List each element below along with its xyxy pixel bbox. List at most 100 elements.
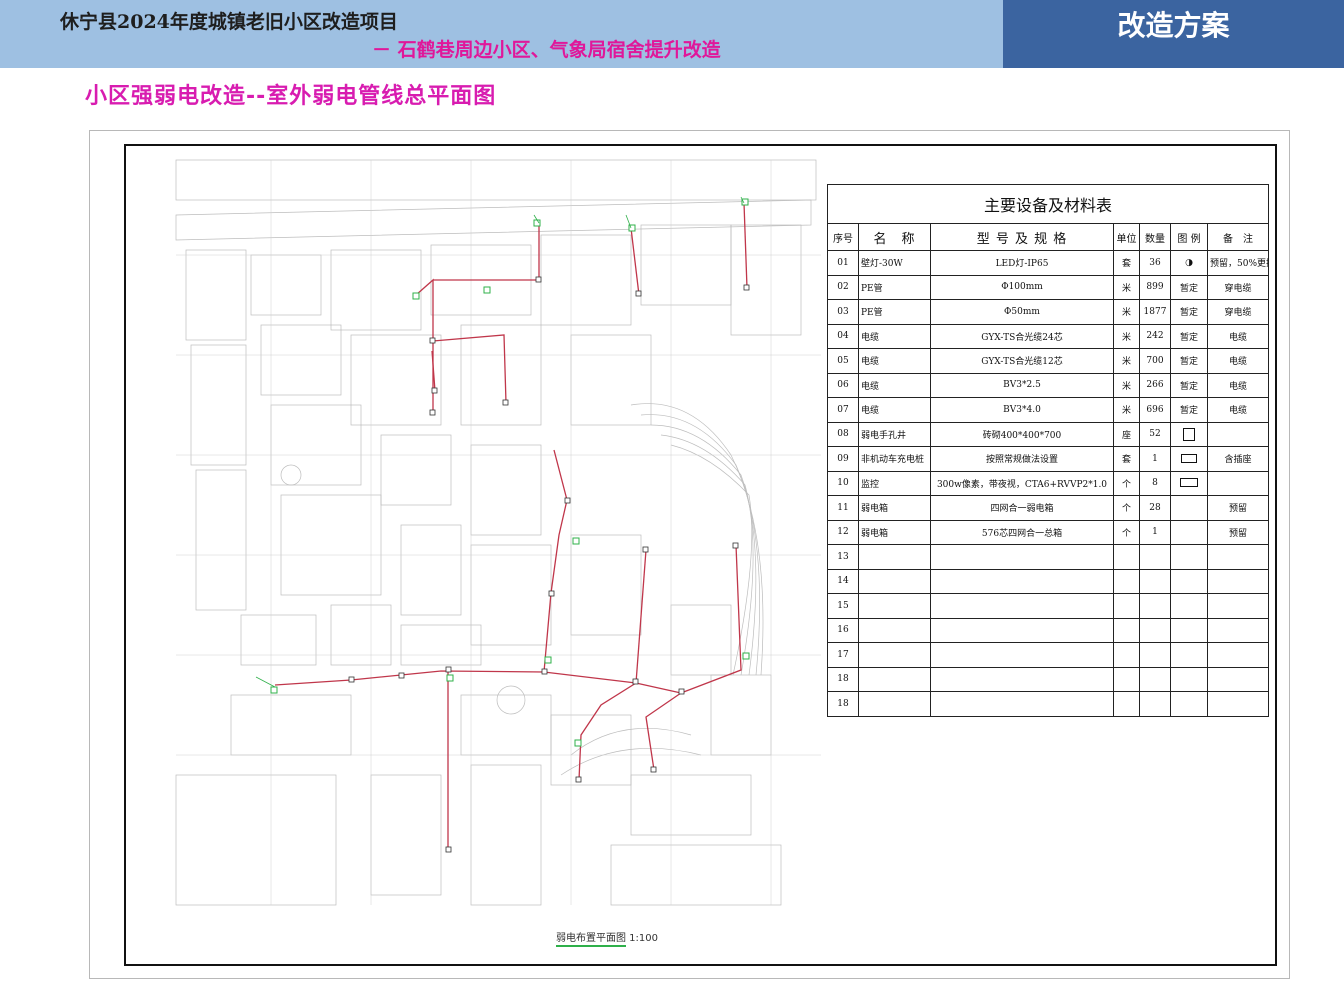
cell-name: PE管 — [858, 274, 931, 300]
col-header-note: 备 注 — [1206, 223, 1270, 251]
cell-unit: 米 — [1113, 372, 1140, 398]
cell-unit — [1113, 593, 1140, 619]
cell-qty: 266 — [1139, 372, 1171, 398]
cell-name: 非机动车充电桩 — [858, 446, 931, 472]
cell-qty: 28 — [1139, 495, 1171, 521]
cell-unit: 座 — [1113, 421, 1140, 447]
cell-no: 12 — [827, 519, 859, 545]
camera-symbol-icon — [1180, 478, 1198, 488]
cell-note: 穿电缆 — [1206, 274, 1270, 300]
cell-qty: 242 — [1139, 323, 1171, 349]
cell-note: 预留 — [1206, 495, 1270, 521]
charging-pile-symbol-icon — [1181, 453, 1197, 463]
cell-unit: 个 — [1113, 470, 1140, 496]
table-row: 07 电缆 BV3*4.0 米 696 暂定 电缆 — [827, 397, 1270, 423]
cell-name: PE管 — [858, 299, 931, 325]
cell-qty — [1139, 568, 1171, 594]
project-subtitle: － 石鹤巷周边小区、气象局宿舍提升改造 — [372, 39, 721, 61]
cell-symbol: 暂定 — [1170, 323, 1208, 349]
cell-qty — [1139, 666, 1171, 692]
table-row: 08 弱电手孔井 砖砌400*400*700 座 52 — [827, 421, 1270, 447]
col-header-unit: 单位 — [1113, 223, 1140, 251]
cell-name — [858, 544, 931, 570]
cell-symbol — [1170, 642, 1208, 668]
cell-symbol: 暂定 — [1170, 397, 1208, 423]
table-row: 02 PE管 Φ100mm 米 899 暂定 穿电缆 — [827, 274, 1270, 300]
cell-spec: 四网合一弱电箱 — [930, 495, 1114, 521]
cell-no: 18 — [827, 666, 859, 692]
cell-unit: 米 — [1113, 397, 1140, 423]
table-row: 18 — [827, 691, 1270, 717]
cell-qty — [1139, 593, 1171, 619]
cell-no: 11 — [827, 495, 859, 521]
cell-no: 02 — [827, 274, 859, 300]
cell-spec: Φ100mm — [930, 274, 1114, 300]
page-title: 小区强弱电改造--室外弱电管线总平面图 — [85, 84, 497, 109]
cell-no: 18 — [827, 691, 859, 717]
cell-note — [1206, 470, 1270, 496]
cell-qty — [1139, 544, 1171, 570]
cell-symbol — [1170, 495, 1208, 521]
site-plan-drawing — [175, 159, 821, 906]
cell-spec — [930, 568, 1114, 594]
cell-unit: 米 — [1113, 348, 1140, 374]
cell-no: 07 — [827, 397, 859, 423]
cell-spec — [930, 593, 1114, 619]
cell-qty — [1139, 691, 1171, 717]
cell-name — [858, 666, 931, 692]
cell-note — [1206, 544, 1270, 570]
cell-name — [858, 568, 931, 594]
cell-no: 09 — [827, 446, 859, 472]
cell-spec: 砖砌400*400*700 — [930, 421, 1114, 447]
cell-symbol: 暂定 — [1170, 372, 1208, 398]
cell-note: 电缆 — [1206, 323, 1270, 349]
table-row: 16 — [827, 617, 1270, 643]
cell-qty: 899 — [1139, 274, 1171, 300]
table-row: 10 监控 300w像素，带夜视，CTA6+RVVP2*1.0 个 8 — [827, 470, 1270, 496]
cell-symbol: 暂定 — [1170, 274, 1208, 300]
cell-qty: 1 — [1139, 446, 1171, 472]
plan-caption-title: 弱电布置平面图 — [556, 933, 626, 947]
cell-name: 弱电箱 — [858, 519, 931, 545]
cell-name: 电缆 — [858, 372, 931, 398]
cell-symbol: 暂定 — [1170, 299, 1208, 325]
cell-note — [1206, 642, 1270, 668]
cell-unit — [1113, 617, 1140, 643]
table-row: 09 非机动车充电桩 按照常规做法设置套 1 含插座 — [827, 446, 1270, 472]
table-title: 主要设备及材料表 — [826, 184, 1270, 224]
cell-no: 13 — [827, 544, 859, 570]
cell-no: 06 — [827, 372, 859, 398]
cell-symbol — [1170, 666, 1208, 692]
table-row: 03 PE管 Φ50mm 米 1877 暂定 穿电缆 — [827, 299, 1270, 325]
cell-note: 穿电缆 — [1206, 299, 1270, 325]
cell-qty — [1139, 617, 1171, 643]
cell-unit: 个 — [1113, 519, 1140, 545]
cell-no: 17 — [827, 642, 859, 668]
cell-qty: 696 — [1139, 397, 1171, 423]
cell-qty: 8 — [1139, 470, 1171, 496]
cell-unit: 米 — [1113, 299, 1140, 325]
cell-spec: BV3*2.5 — [930, 372, 1114, 398]
cell-no: 03 — [827, 299, 859, 325]
cell-no: 15 — [827, 593, 859, 619]
cell-no: 14 — [827, 568, 859, 594]
cell-no: 05 — [827, 348, 859, 374]
cell-unit: 米 — [1113, 274, 1140, 300]
table-row: 14 — [827, 568, 1270, 594]
cell-qty: 52 — [1139, 421, 1171, 447]
cell-spec — [930, 544, 1114, 570]
cell-note — [1206, 617, 1270, 643]
materials-table: 主要设备及材料表 序号 名 称 型 号 及 规 格 单位 数量 图 例 备 注 … — [826, 184, 1270, 717]
cell-symbol — [1170, 544, 1208, 570]
manhole-symbol-icon — [1183, 427, 1195, 441]
cell-symbol — [1170, 691, 1208, 717]
col-header-qty: 数量 — [1139, 223, 1171, 251]
cell-spec — [930, 642, 1114, 668]
cell-name — [858, 642, 931, 668]
cell-note — [1206, 666, 1270, 692]
cell-qty: 36 — [1139, 250, 1171, 276]
cell-unit — [1113, 691, 1140, 717]
cell-note: 电缆 — [1206, 397, 1270, 423]
cell-symbol — [1170, 617, 1208, 643]
cell-note — [1206, 421, 1270, 447]
